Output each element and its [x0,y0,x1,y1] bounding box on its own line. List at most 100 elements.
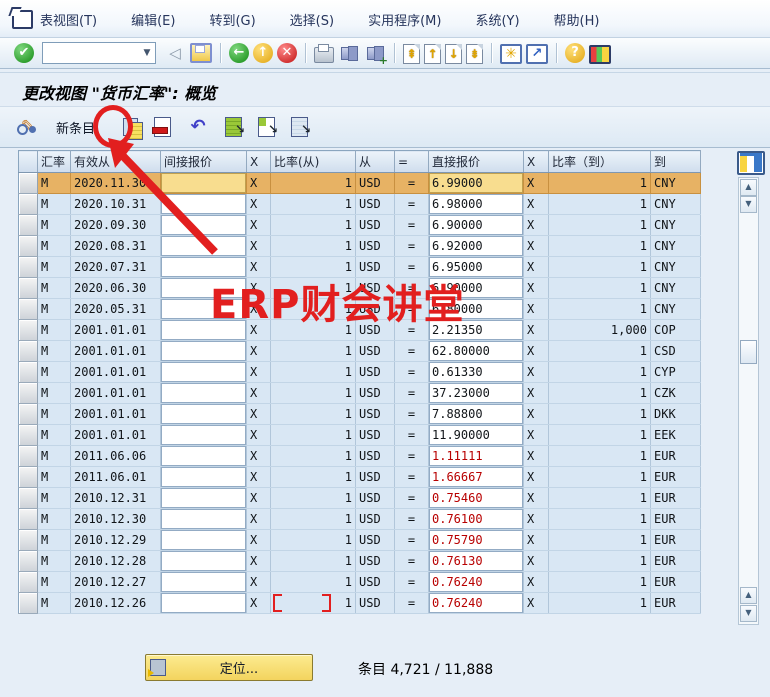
vertical-scrollbar[interactable]: ▲ ▼ ▲ ▼ [738,177,759,625]
indirect-quote-cell[interactable] [161,551,247,572]
row-selector[interactable] [19,488,38,509]
create-shortcut-icon[interactable] [526,44,548,64]
command-field[interactable]: ▼ [42,42,156,64]
print-icon[interactable] [314,47,334,63]
ratio-to-cell[interactable]: 1 [549,593,651,614]
direct-quote-cell[interactable]: 0.76100 [429,509,524,530]
command-dropdown-icon[interactable]: ▼ [139,44,155,62]
row-selector[interactable] [19,362,38,383]
system-menu-icon[interactable] [12,10,33,29]
ratio-from-cell[interactable]: 1 [271,215,356,236]
delete-icon[interactable] [154,117,171,137]
direct-quote-cell[interactable]: 1.11111 [429,446,524,467]
indirect-quote-cell[interactable] [161,404,247,425]
header-from-currency[interactable]: 从 [356,151,395,173]
deselect-all-icon[interactable] [291,117,308,137]
direct-quote-cell[interactable]: 1.66667 [429,467,524,488]
ratio-to-cell[interactable]: 1 [549,173,651,194]
ratio-from-cell[interactable]: 1 [271,362,356,383]
header-equals[interactable]: = [395,151,429,173]
header-indirect-quote[interactable]: 间接报价 [161,151,247,173]
row-selector[interactable] [19,404,38,425]
ratio-from-cell[interactable]: 1 [271,467,356,488]
header-x2[interactable]: X [524,151,549,173]
row-selector[interactable] [19,530,38,551]
copy-as-icon[interactable] [123,118,138,136]
scroll-up-icon[interactable]: ▲ [740,179,757,196]
row-selector[interactable] [19,425,38,446]
last-page-icon[interactable] [466,44,483,64]
ratio-from-cell[interactable]: 1 [271,257,356,278]
previous-page-icon[interactable] [424,44,441,64]
menu-system[interactable]: 系统(Y) [471,8,523,31]
direct-quote-cell[interactable]: 7.88800 [429,404,524,425]
direct-quote-cell[interactable]: 6.90000 [429,278,524,299]
indirect-quote-cell[interactable] [161,341,247,362]
indirect-quote-cell[interactable] [161,320,247,341]
select-all-icon[interactable] [225,117,242,137]
row-selector[interactable] [19,572,38,593]
header-ratio-from[interactable]: 比率(从) [271,151,356,173]
header-ratio-to[interactable]: 比率（到） [549,151,651,173]
help-icon[interactable] [565,43,585,63]
direct-quote-cell[interactable]: 62.80000 [429,341,524,362]
direct-quote-cell[interactable]: 0.61330 [429,362,524,383]
ratio-to-cell[interactable]: 1 [549,404,651,425]
row-selector[interactable] [19,593,38,614]
ratio-from-cell[interactable]: 1 [271,509,356,530]
ratio-from-cell[interactable]: 1 [271,551,356,572]
row-selector[interactable] [19,509,38,530]
ratio-from-cell[interactable]: 1 [271,194,356,215]
scroll-down-icon[interactable]: ▼ [740,196,757,213]
direct-quote-cell[interactable]: 6.80000 [429,299,524,320]
ratio-from-cell[interactable]: 1 [271,278,356,299]
row-selector[interactable] [19,215,38,236]
ratio-to-cell[interactable]: 1 [549,215,651,236]
find-next-icon[interactable] [364,42,386,64]
indirect-quote-cell[interactable] [161,383,247,404]
indirect-quote-cell[interactable] [161,467,247,488]
indirect-quote-cell[interactable] [161,236,247,257]
scroll-page-up-icon[interactable]: ▲ [740,587,757,604]
menu-table-view[interactable]: 表视图(T) [36,8,101,31]
indirect-quote-cell[interactable] [161,215,247,236]
ratio-from-cell[interactable]: 1 [271,593,356,614]
indirect-quote-cell[interactable] [161,446,247,467]
indirect-quote-cell[interactable] [161,593,247,614]
indirect-quote-cell[interactable] [161,173,247,194]
row-selector[interactable] [19,173,38,194]
header-selector[interactable] [19,151,38,173]
ratio-to-cell[interactable]: 1 [549,236,651,257]
new-entries-button[interactable]: 新条目 [50,116,101,139]
direct-quote-cell[interactable]: 6.99000 [429,173,524,194]
row-selector[interactable] [19,299,38,320]
ratio-to-cell[interactable]: 1 [549,488,651,509]
undo-icon[interactable] [187,116,209,138]
find-icon[interactable] [338,42,360,64]
display-change-icon[interactable] [16,116,40,138]
ratio-from-cell[interactable]: 1 [271,446,356,467]
ratio-from-cell[interactable]: 1 [271,299,356,320]
menu-selection[interactable]: 选择(S) [286,8,338,31]
direct-quote-cell[interactable]: 0.75790 [429,530,524,551]
ratio-from-cell[interactable]: 1 [271,572,356,593]
scrollbar-thumb[interactable] [740,340,757,364]
ratio-from-cell[interactable]: 1 [271,341,356,362]
enter-icon[interactable] [14,43,34,63]
cancel-icon[interactable] [277,43,297,63]
indirect-quote-cell[interactable] [161,278,247,299]
exit-icon[interactable] [253,43,273,63]
direct-quote-cell[interactable]: 37.23000 [429,383,524,404]
direct-quote-cell[interactable]: 6.92000 [429,236,524,257]
direct-quote-cell[interactable]: 0.75460 [429,488,524,509]
position-button[interactable]: 定位... [145,654,313,681]
ratio-to-cell[interactable]: 1 [549,383,651,404]
customize-layout-icon[interactable] [589,45,611,64]
row-selector[interactable] [19,446,38,467]
menu-edit[interactable]: 编辑(E) [127,8,179,31]
ratio-to-cell[interactable]: 1 [549,530,651,551]
ratio-to-cell[interactable]: 1 [549,278,651,299]
back-icon[interactable] [229,43,249,63]
first-page-icon[interactable] [403,44,420,64]
command-input[interactable] [43,44,139,62]
